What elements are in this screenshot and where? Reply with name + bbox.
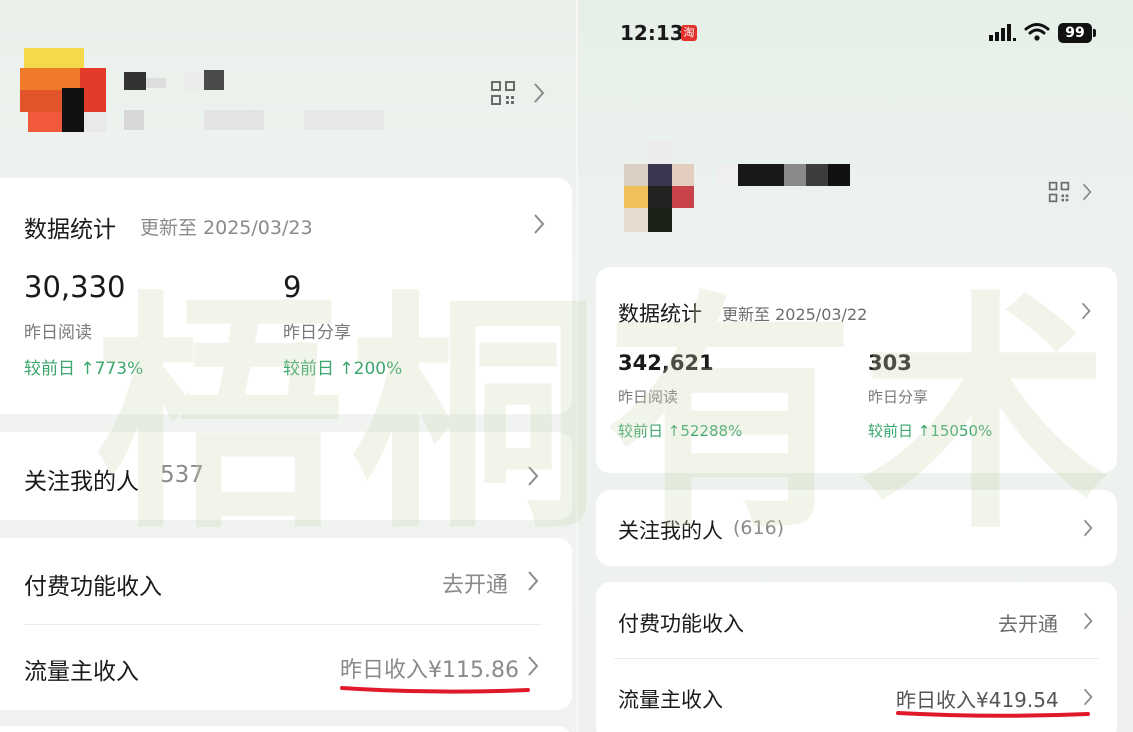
- right-screenshot: 12:13 淘 99 数据统计 更新至 2025/03/22 342,621 昨…: [578, 0, 1133, 732]
- qr-code-icon[interactable]: [1048, 181, 1070, 203]
- chevron-right-icon[interactable]: [526, 570, 540, 592]
- followers-card[interactable]: 关注我的人 (616): [596, 490, 1117, 566]
- qr-code-icon[interactable]: [490, 80, 516, 106]
- followers-label: 关注我的人: [618, 519, 723, 543]
- app-badge-icon: 淘: [681, 25, 697, 41]
- stats-title: 数据统计: [24, 217, 116, 243]
- reads-change: 较前日 ↑52288%: [618, 422, 743, 440]
- paid-feature-row[interactable]: 付费功能收入 去开通: [596, 582, 1117, 658]
- reads-label: 昨日阅读: [24, 323, 92, 343]
- chevron-right-icon[interactable]: [1082, 611, 1094, 631]
- followers-label: 关注我的人: [24, 469, 139, 495]
- followers-count: (616): [733, 517, 785, 539]
- avatar[interactable]: [20, 48, 110, 132]
- paid-feature-label: 付费功能收入: [24, 574, 162, 600]
- traffic-income-label: 流量主收入: [618, 688, 723, 712]
- reads-value: 342,621: [618, 351, 714, 375]
- chevron-right-icon[interactable]: [532, 82, 546, 104]
- reads-label: 昨日阅读: [618, 388, 679, 406]
- followers-count: 537: [160, 462, 204, 488]
- battery-level: 99: [1065, 25, 1085, 41]
- signal-icon: [989, 24, 1016, 41]
- chevron-right-icon[interactable]: [526, 465, 540, 487]
- status-time: 12:13: [620, 21, 684, 45]
- shares-label: 昨日分享: [283, 323, 351, 343]
- left-screenshot: 数据统计 更新至 2025/03/23 30,330 昨日阅读 较前日 ↑773…: [0, 0, 578, 732]
- reads-change: 较前日 ↑773%: [24, 359, 144, 379]
- stats-card[interactable]: 数据统计 更新至 2025/03/22 342,621 昨日阅读 较前日 ↑52…: [596, 267, 1117, 473]
- paid-feature-row[interactable]: 付费功能收入 去开通: [0, 538, 572, 624]
- shares-change: 较前日 ↑200%: [283, 359, 403, 379]
- highlight-underline: [340, 686, 530, 694]
- chevron-right-icon[interactable]: [1081, 182, 1093, 202]
- avatar[interactable]: [624, 140, 694, 234]
- battery-icon: 99: [1058, 23, 1092, 43]
- traffic-income-value: 昨日收入¥115.86: [340, 658, 519, 683]
- shares-value: 303: [868, 351, 912, 375]
- shares-value: 9: [283, 270, 302, 304]
- paid-feature-action: 去开通: [442, 573, 509, 598]
- wifi-icon: [1024, 23, 1050, 41]
- next-card-edge: [0, 726, 572, 732]
- chevron-right-icon[interactable]: [1080, 301, 1092, 321]
- chevron-right-icon[interactable]: [526, 655, 540, 677]
- paid-feature-label: 付费功能收入: [618, 612, 744, 636]
- shares-label: 昨日分享: [868, 388, 929, 406]
- chevron-right-icon[interactable]: [532, 213, 546, 235]
- shares-change: 较前日 ↑15050%: [868, 422, 993, 440]
- paid-feature-action: 去开通: [998, 612, 1058, 636]
- profile-name: [124, 68, 424, 138]
- highlight-underline: [896, 711, 1090, 718]
- stats-updated: 更新至 2025/03/23: [140, 217, 313, 239]
- reads-value: 30,330: [24, 270, 126, 304]
- battery-cap: [1093, 29, 1096, 37]
- profile-name: [716, 164, 856, 188]
- traffic-income-label: 流量主收入: [24, 659, 139, 685]
- stats-title: 数据统计: [618, 302, 702, 326]
- stats-card[interactable]: 数据统计 更新至 2025/03/23 30,330 昨日阅读 较前日 ↑773…: [0, 178, 572, 414]
- followers-card[interactable]: 关注我的人 537: [0, 432, 572, 520]
- stats-updated: 更新至 2025/03/22: [722, 305, 868, 324]
- chevron-right-icon[interactable]: [1082, 518, 1094, 538]
